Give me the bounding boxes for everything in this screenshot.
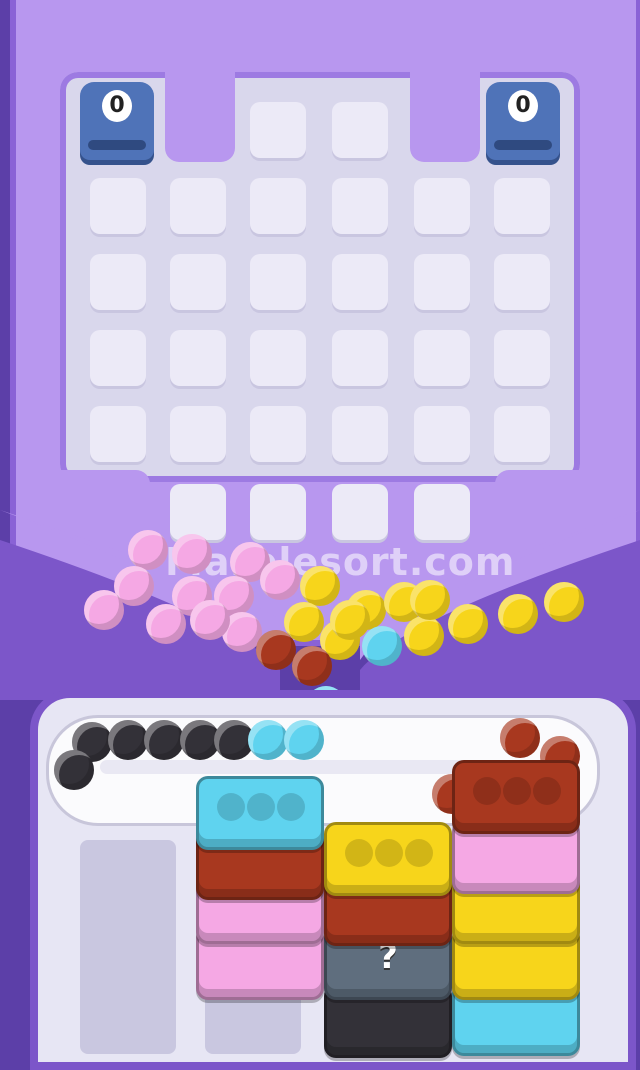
hopper-cell <box>90 254 146 310</box>
marble-slot <box>503 777 531 805</box>
hopper-cell <box>250 330 306 386</box>
yellow-marble <box>410 580 450 620</box>
hopper-notch-left <box>165 72 235 162</box>
hopper-cell <box>494 178 550 234</box>
yellow-marble <box>498 594 538 634</box>
marble-slot <box>473 777 501 805</box>
pink-marble <box>190 600 230 640</box>
hopper-cell <box>494 330 550 386</box>
cyan-block[interactable] <box>196 776 324 850</box>
dark-marble <box>144 720 184 760</box>
hopper-cell <box>332 406 388 462</box>
hopper-cell <box>170 178 226 234</box>
pink-marble <box>260 560 300 600</box>
brown-block[interactable] <box>452 760 580 834</box>
yellow-marble <box>404 616 444 656</box>
hopper-cell <box>332 178 388 234</box>
marble-slot <box>247 793 275 821</box>
brown-marble <box>500 718 540 758</box>
cyan-marble <box>248 720 288 760</box>
cyan-marble <box>284 720 324 760</box>
hopper-cell <box>250 178 306 234</box>
hopper-cell <box>90 178 146 234</box>
dark-marble <box>108 720 148 760</box>
yellow-marble <box>300 566 340 606</box>
pink-marble <box>84 590 124 630</box>
brown-marble <box>292 646 332 686</box>
hopper-cell <box>250 254 306 310</box>
hopper-cell <box>414 406 470 462</box>
yellow-marble <box>448 604 488 644</box>
yellow-marble <box>544 582 584 622</box>
hopper-cell <box>250 102 306 158</box>
hopper-notch-right <box>410 72 480 162</box>
pink-marble <box>172 534 212 574</box>
marble-slot <box>533 777 561 805</box>
yellow-block[interactable] <box>324 822 452 896</box>
column-lane-empty[interactable] <box>80 840 176 1054</box>
hopper-cell <box>414 178 470 234</box>
marble-slot <box>405 839 433 867</box>
cyan-marble <box>362 626 402 666</box>
hopper-cell <box>250 406 306 462</box>
hopper-cell <box>170 330 226 386</box>
brown-marble <box>256 630 296 670</box>
hopper-cell <box>414 330 470 386</box>
hopper-cell <box>332 330 388 386</box>
pink-marble <box>146 604 186 644</box>
marble-slot <box>217 793 245 821</box>
hopper-cell <box>494 406 550 462</box>
marble-slot <box>277 793 305 821</box>
hopper-cell <box>170 254 226 310</box>
pink-marble <box>128 530 168 570</box>
hopper-cell <box>414 254 470 310</box>
counter-slot <box>88 140 146 150</box>
yellow-marble <box>330 600 370 640</box>
marble-slot <box>345 839 373 867</box>
hopper-cell <box>494 254 550 310</box>
dark-marble <box>54 750 94 790</box>
hopper-cell <box>332 102 388 158</box>
counter-value: 0 <box>508 90 538 122</box>
counter-value: 0 <box>102 90 132 122</box>
hopper-cell <box>170 406 226 462</box>
marble-counter-left: 0 <box>80 82 154 160</box>
hopper-cell <box>332 254 388 310</box>
watermark-text: Marblesort.com <box>165 540 516 584</box>
marble-slot <box>375 839 403 867</box>
hopper-cell <box>90 406 146 462</box>
hopper-cell <box>90 330 146 386</box>
counter-slot <box>494 140 552 150</box>
marble-counter-right: 0 <box>486 82 560 160</box>
